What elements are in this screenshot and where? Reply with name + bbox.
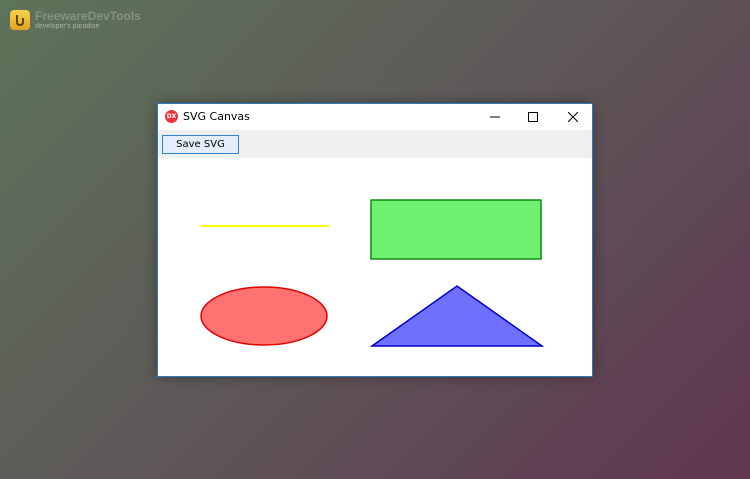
- canvas-drawing: [200, 199, 545, 347]
- maximize-icon: [528, 112, 538, 122]
- logo-icon: [10, 10, 30, 30]
- svg-canvas[interactable]: [158, 158, 592, 375]
- close-icon: [568, 112, 578, 122]
- minimize-button[interactable]: [476, 104, 514, 130]
- logo-title: FreewareDevTools: [35, 9, 141, 23]
- close-button[interactable]: [554, 104, 592, 130]
- app-icon[interactable]: DX: [165, 110, 178, 123]
- logo-subtitle: developer's paradise: [35, 23, 100, 30]
- minimize-icon: [490, 116, 500, 118]
- green-rectangle: [370, 199, 542, 260]
- title-bar[interactable]: DX SVG Canvas: [158, 104, 592, 130]
- desktop-logo: FreewareDevTools developer's paradise: [10, 10, 141, 30]
- blue-triangle: [369, 285, 545, 347]
- save-svg-button[interactable]: Save SVG: [162, 135, 239, 154]
- app-window: DX SVG Canvas Save SVG: [157, 103, 593, 377]
- maximize-button[interactable]: [514, 104, 552, 130]
- toolbar: Save SVG: [158, 130, 592, 158]
- window-title: SVG Canvas: [183, 110, 250, 123]
- red-ellipse: [200, 286, 328, 346]
